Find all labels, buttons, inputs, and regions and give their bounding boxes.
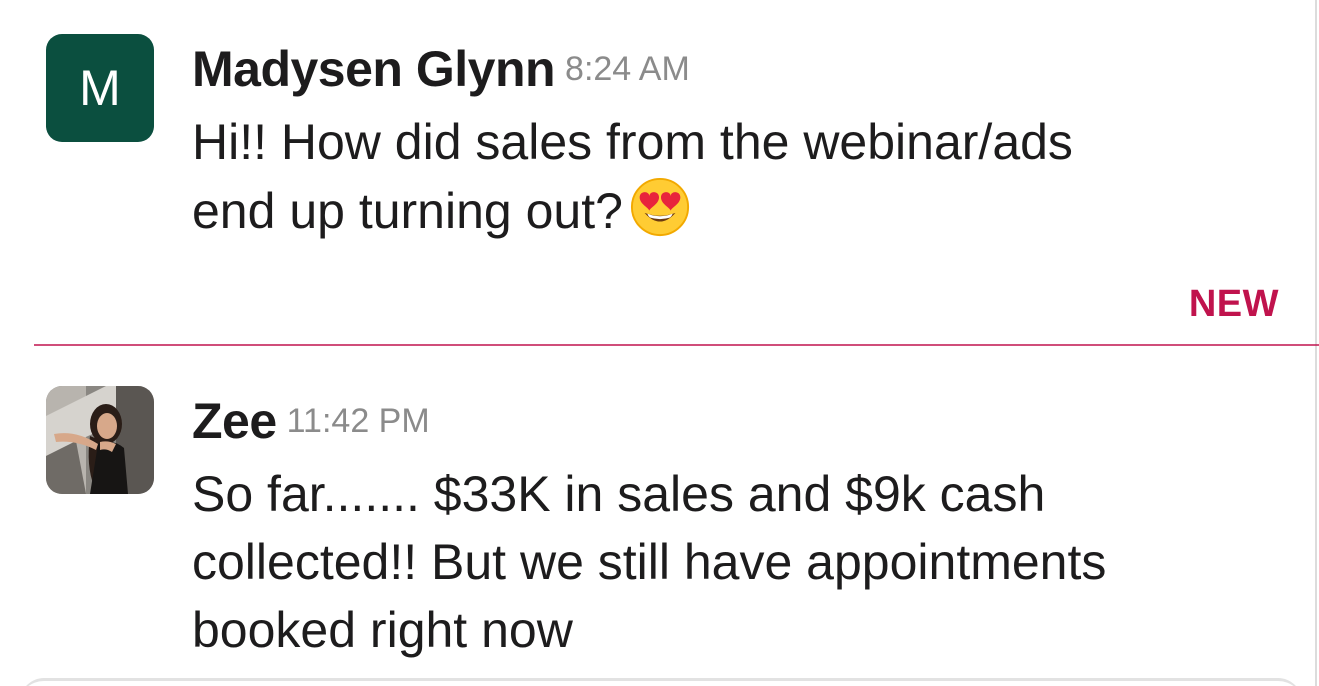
message-timestamp[interactable]: 11:42 PM xyxy=(287,402,430,440)
message-text-line: booked right now xyxy=(192,602,573,658)
conversation-view: M Madysen Glynn 8:24 AM Hi!! How did sale… xyxy=(0,0,1319,686)
new-messages-divider xyxy=(34,344,1319,346)
message-timestamp[interactable]: 8:24 AM xyxy=(565,50,690,88)
avatar[interactable]: M xyxy=(46,34,154,142)
heart-eyes-emoji-icon xyxy=(629,176,691,238)
message-text: Hi!! How did sales from the webinar/ads … xyxy=(192,108,1282,245)
message-content: Zee 11:42 PM So far....... $33K in sales … xyxy=(192,382,1282,664)
avatar[interactable] xyxy=(46,386,154,494)
message-input-edge xyxy=(20,678,1302,686)
new-messages-label: NEW xyxy=(1188,283,1279,325)
message-content: Madysen Glynn 8:24 AM Hi!! How did sales … xyxy=(192,30,1282,245)
message-text-line: end up turning out? xyxy=(192,183,623,239)
message-text: So far....... $33K in sales and $9k cash… xyxy=(192,460,1282,664)
scroll-edge xyxy=(1315,0,1317,686)
profile-photo-icon xyxy=(46,386,154,494)
sender-name[interactable]: Zee xyxy=(192,393,277,449)
message-header: Zee 11:42 PM xyxy=(192,382,1282,460)
message-text-line: collected!! But we still have appointmen… xyxy=(192,534,1107,590)
sender-name[interactable]: Madysen Glynn xyxy=(192,41,556,97)
message-header: Madysen Glynn 8:24 AM xyxy=(192,30,1282,108)
message-text-line: Hi!! How did sales from the webinar/ads xyxy=(192,114,1073,170)
message-text-line: So far....... $33K in sales and $9k cash xyxy=(192,466,1046,522)
